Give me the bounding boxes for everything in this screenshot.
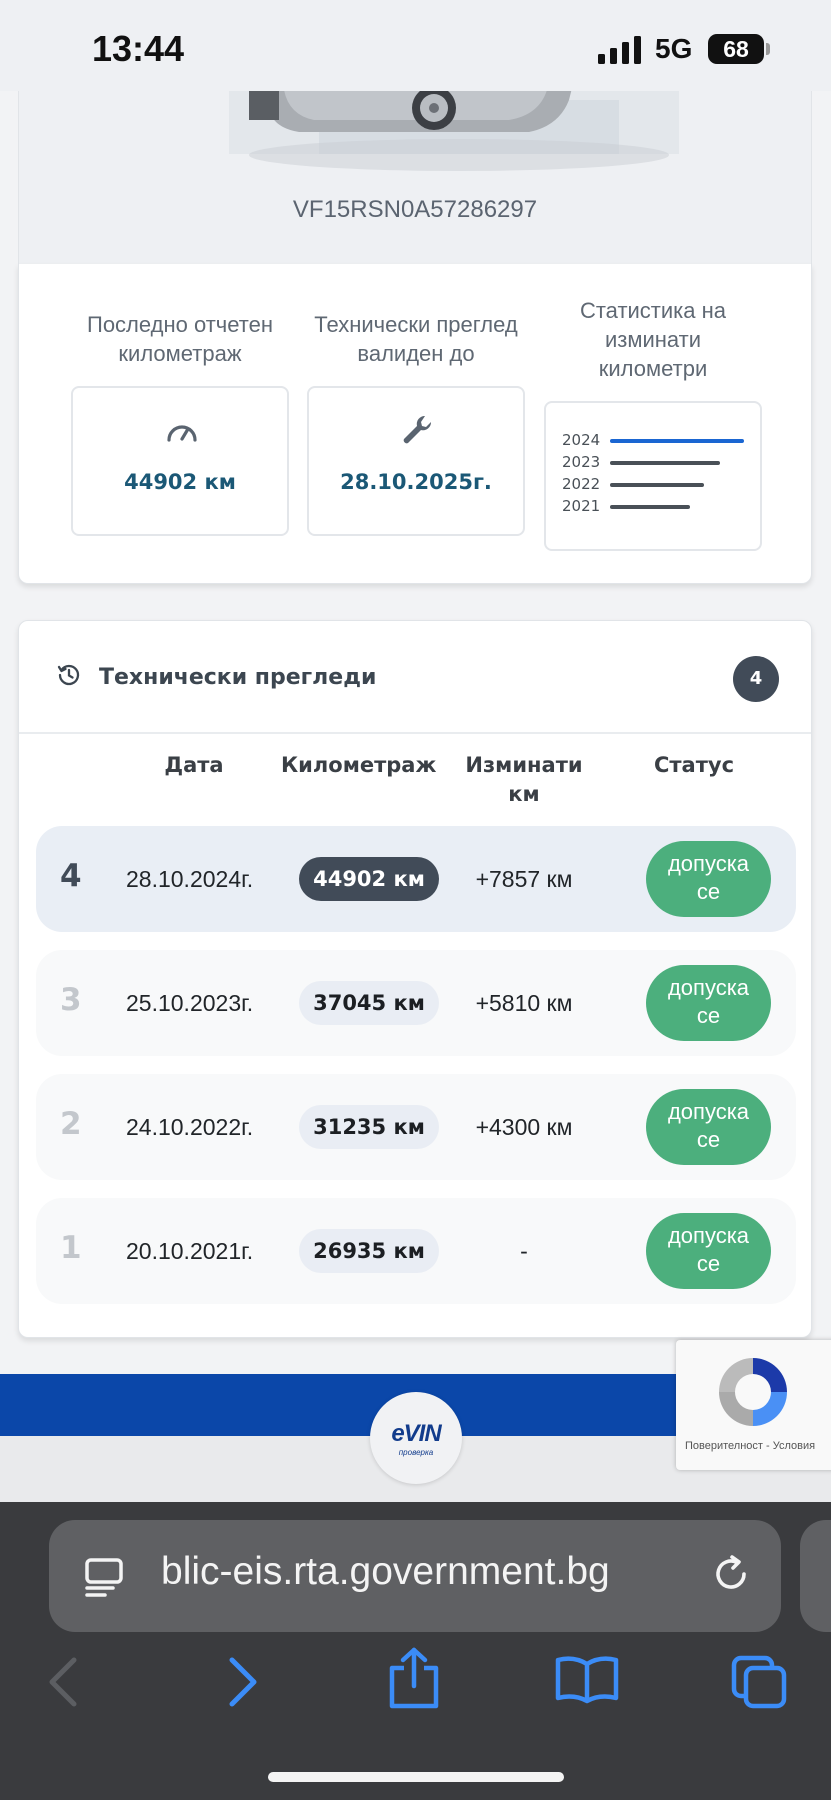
reader-mode-icon[interactable]	[83, 1556, 125, 1598]
speedometer-icon	[167, 425, 197, 442]
inspection-box: 28.10.2025г.	[307, 386, 525, 536]
row-status-badge: допуска се	[646, 841, 771, 917]
col-header-date: Дата	[164, 753, 224, 777]
history-icon	[57, 664, 80, 686]
row-mileage-pill: 37045 км	[299, 981, 439, 1025]
inspections-title: Технически прегледи	[99, 665, 377, 690]
row-driven-km: +4300 км	[475, 1114, 573, 1140]
row-date: 25.10.2023г.	[126, 990, 254, 1016]
row-number: 3	[60, 982, 82, 1018]
stat-km-title: Статистика на изминати километри	[579, 298, 727, 381]
row-date: 28.10.2024г.	[126, 866, 254, 892]
signal-icon	[598, 36, 641, 64]
km-stat-bar	[610, 461, 720, 465]
col-header-status: Статус	[653, 753, 735, 777]
inspection-row: 1 20.10.2021г. 26935 км - допуска се	[36, 1198, 796, 1304]
row-status-badge: допуска се	[646, 965, 771, 1041]
recaptcha-icon	[719, 1358, 787, 1426]
recaptcha-links: Поверителност - Условия	[685, 1440, 816, 1452]
km-stat-bar	[610, 483, 704, 487]
stat-mileage-title: Последно отчетен километраж	[87, 312, 273, 366]
row-date: 24.10.2022г.	[126, 1114, 254, 1140]
vehicle-header: VF15RSN0A57286297	[18, 80, 812, 265]
status-time: 13:44	[92, 28, 185, 69]
evin-logo[interactable]: eVIN проверка	[370, 1392, 462, 1484]
row-mileage-pill: 31235 км	[299, 1105, 439, 1149]
evin-logo-text: eVIN	[391, 1420, 441, 1447]
km-stat-year: 2023	[562, 453, 601, 471]
row-status-badge: допуска се	[646, 1213, 771, 1289]
back-icon[interactable]	[44, 1652, 84, 1712]
address-bar[interactable]: blic-eis.rta.government.bg	[49, 1520, 781, 1632]
row-number: 1	[60, 1230, 82, 1266]
row-driven-km: +5810 км	[475, 990, 573, 1016]
car-image	[229, 80, 679, 171]
km-stat-year: 2024	[562, 431, 601, 449]
stat-inspection-title: Технически преглед валиден до	[314, 312, 518, 366]
share-icon[interactable]	[386, 1646, 442, 1710]
row-status-badge: допуска се	[646, 1089, 771, 1165]
row-driven-km: +7857 км	[475, 866, 573, 892]
row-date: 20.10.2021г.	[126, 1238, 254, 1264]
km-stat-year: 2022	[562, 475, 601, 493]
km-statistics-box[interactable]: 2024 2023 2022 2021	[544, 401, 762, 551]
km-stat-bar	[610, 505, 690, 509]
inspections-card: Технически прегледи 4 Дата Километраж Из…	[18, 620, 812, 1338]
row-number: 2	[60, 1106, 82, 1142]
row-mileage-pill: 44902 км	[299, 857, 439, 901]
stats-card: Последно отчетен километраж 44902 км Тех…	[18, 264, 812, 584]
evin-logo-subtext: проверка	[398, 1448, 434, 1457]
browser-toolbar: blic-eis.rta.government.bg	[0, 1502, 831, 1800]
row-mileage-pill: 26935 км	[299, 1229, 439, 1273]
privacy-link[interactable]: Поверителност	[685, 1440, 763, 1452]
col-header-mileage: Километраж	[281, 753, 437, 777]
inspection-valid-value: 28.10.2025г.	[340, 470, 492, 494]
wrench-icon	[403, 415, 432, 444]
status-bar: 13:44 5G 68	[0, 0, 831, 91]
km-stat-bar	[610, 439, 744, 443]
inspection-row: 3 25.10.2023г. 37045 км +5810 км допуска…	[36, 950, 796, 1056]
inspections-header: Технически прегледи 4	[19, 621, 811, 734]
forward-icon[interactable]	[222, 1652, 262, 1712]
mileage-box: 44902 км	[71, 386, 289, 536]
reload-icon[interactable]	[709, 1552, 753, 1596]
url-text[interactable]: blic-eis.rta.government.bg	[161, 1550, 741, 1594]
recaptcha-badge[interactable]: Поверителност - Условия	[676, 1340, 831, 1470]
tabs-icon[interactable]	[730, 1654, 790, 1710]
home-indicator	[268, 1772, 564, 1782]
battery-cap	[766, 43, 770, 55]
inspection-row: 2 24.10.2022г. 31235 км +4300 км допуска…	[36, 1074, 796, 1180]
mileage-value: 44902 км	[124, 470, 236, 494]
network-type: 5G	[655, 33, 693, 64]
inspection-row: 4 28.10.2024г. 44902 км +7857 км допуска…	[36, 826, 796, 932]
terms-link[interactable]: Условия	[773, 1440, 815, 1452]
next-tab-peek[interactable]	[800, 1520, 831, 1632]
bookmarks-icon[interactable]	[554, 1654, 620, 1704]
col-header-driven: Изминати км	[465, 753, 583, 806]
battery-icon: 68	[708, 34, 764, 64]
row-driven-km: -	[520, 1238, 528, 1264]
km-stat-year: 2021	[562, 497, 601, 515]
inspections-count-badge: 4	[733, 656, 779, 702]
row-number: 4	[60, 858, 82, 894]
vin-number: VF15RSN0A57286297	[292, 196, 538, 223]
